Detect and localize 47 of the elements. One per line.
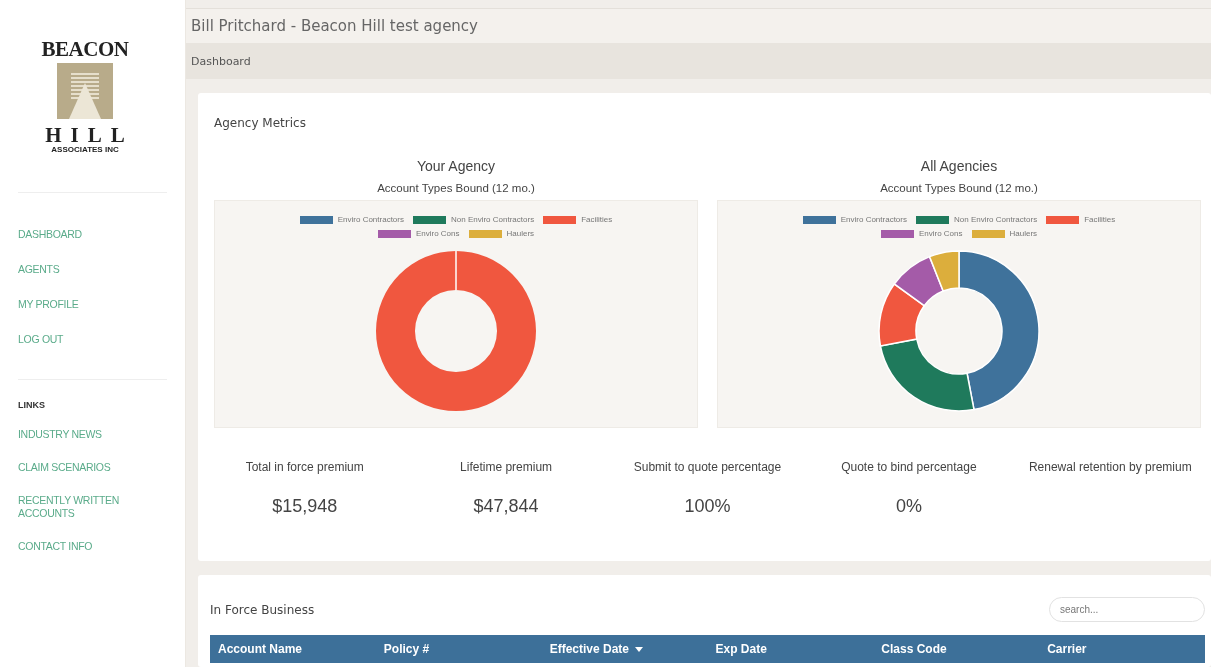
stat-value: 0% xyxy=(895,496,922,517)
card-title: Agency Metrics xyxy=(214,116,306,130)
stat-value: 100% xyxy=(684,496,731,517)
logo-text: HILL xyxy=(45,125,134,145)
sidebar-link[interactable]: CONTACT INFO xyxy=(18,530,93,563)
chart-title: All Agencies xyxy=(920,158,998,174)
logo-icon xyxy=(57,63,113,119)
nav-link[interactable]: MY PROFILE xyxy=(18,287,79,322)
logo-text: ASSOCIATES INC xyxy=(51,145,119,154)
search-field[interactable]: search... xyxy=(1049,597,1205,622)
legend-label: Haulers xyxy=(1009,229,1038,238)
chart-subtitle: Account Types Bound (12 mo.) xyxy=(377,182,535,194)
stat-label: Submit to quote percentage xyxy=(633,460,782,474)
stat-value: $47,844 xyxy=(473,496,539,517)
legend-label: Enviro Cons xyxy=(415,229,460,238)
logo-text: BEACON xyxy=(41,37,129,62)
column-header[interactable]: Effective Date xyxy=(541,642,708,656)
legend-label: Enviro Cons xyxy=(918,229,963,238)
chart-subtitle: Account Types Bound (12 mo.) xyxy=(880,182,1038,194)
nav-link[interactable]: LOG OUT xyxy=(18,322,64,357)
legend-label: Facilities xyxy=(1084,215,1116,224)
column-header[interactable]: Carrier xyxy=(1039,642,1205,656)
legend-label: Non Enviro Contractors xyxy=(954,215,1038,224)
sidebar-link[interactable]: INDUSTRY NEWS xyxy=(18,418,102,451)
legend-label: Haulers xyxy=(506,229,535,238)
legend-label: Facilities xyxy=(581,215,613,224)
stat-label: Renewal retention by premium xyxy=(1028,460,1192,474)
breadcrumb: Dashboard xyxy=(186,43,1211,79)
stat-label: Quote to bind percentage xyxy=(841,460,977,474)
sort-caret-icon xyxy=(635,646,644,652)
card-title: In Force Business xyxy=(210,602,315,617)
legend-label: Enviro Contractors xyxy=(337,215,404,224)
links-heading: LINKS xyxy=(17,399,46,412)
column-header[interactable]: Account Name xyxy=(210,642,376,656)
sidebar-link[interactable]: CLAIM SCENARIOS xyxy=(18,451,111,484)
nav-link[interactable]: DASHBOARD xyxy=(18,217,82,252)
nav-link[interactable]: AGENTS xyxy=(18,252,60,287)
column-header[interactable]: Exp Date xyxy=(707,642,874,656)
stat-value: $15,948 xyxy=(272,496,338,517)
stat-label: Lifetime premium xyxy=(460,460,553,474)
sidebar-link[interactable]: RECENTLY WRITTEN ACCOUNTS xyxy=(18,484,128,530)
column-header[interactable]: Policy # xyxy=(375,642,542,656)
column-header[interactable]: Class Code xyxy=(873,642,1040,656)
stat-label: Total in force premium xyxy=(245,460,364,474)
legend-label: Non Enviro Contractors xyxy=(451,215,535,224)
legend-label: Enviro Contractors xyxy=(840,215,907,224)
chart-title: Your Agency xyxy=(416,158,496,174)
